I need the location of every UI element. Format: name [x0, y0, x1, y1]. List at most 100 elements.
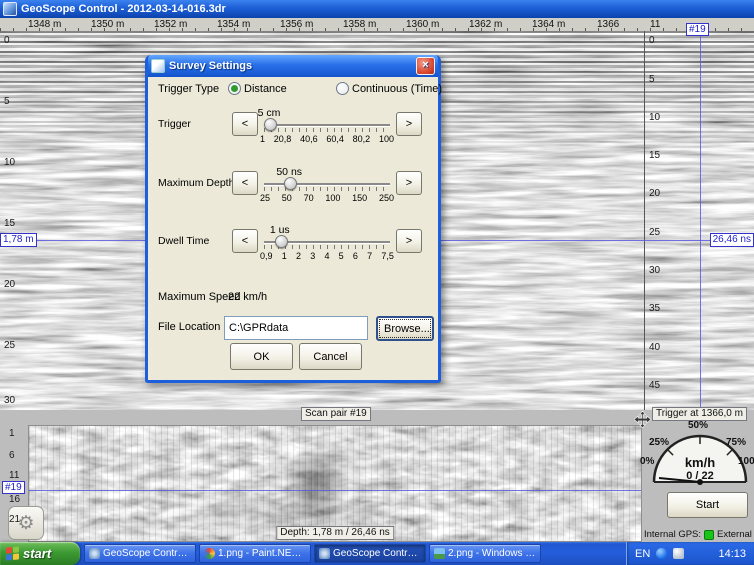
- tick-label: 6: [353, 251, 358, 261]
- depth-scale-label: 10: [4, 157, 15, 168]
- ruler-label: 1358 m: [343, 19, 376, 30]
- depth-scale-label: 30: [4, 395, 15, 406]
- gps-status-indicator: [704, 530, 714, 540]
- depth-status-label: Depth: 1,78 m / 26,46 ns: [276, 526, 394, 540]
- tick-label: 40,6: [300, 134, 318, 144]
- depth-scale-label: 25: [4, 340, 15, 351]
- taskbar-item-geoscope-file[interactable]: GeoScope Control - 2...: [314, 544, 426, 563]
- time-scale-label: 30: [649, 265, 660, 276]
- tick-label: 80,2: [353, 134, 371, 144]
- plan-row-label: 1: [9, 428, 15, 439]
- max-depth-slider-ticks: [264, 187, 390, 191]
- radio-continuous-time[interactable]: [336, 82, 349, 95]
- dwell-time-slider-thumb[interactable]: [275, 235, 288, 248]
- close-icon[interactable]: ×: [416, 57, 435, 75]
- tick-label: 60,4: [326, 134, 344, 144]
- cancel-button[interactable]: Cancel: [299, 343, 362, 370]
- time-scale-label: 20: [649, 188, 660, 199]
- trigger-step-down-button[interactable]: <: [232, 112, 258, 136]
- trigger-slider[interactable]: 5 cm 1 20,8 40,6 60,4 80,2 100: [264, 107, 390, 157]
- tick-label: 25: [260, 193, 270, 203]
- taskbar-clock[interactable]: 14:13: [718, 548, 746, 560]
- tick-label: 1: [260, 134, 265, 144]
- trigger-slider-row: Trigger < 5 cm 1 20,8 40,6 60,4 80,2 100: [148, 107, 438, 165]
- depth-scale-label: 20: [4, 279, 15, 290]
- dwell-time-step-up-button[interactable]: >: [396, 229, 422, 253]
- system-tray: EN 14:13: [626, 542, 754, 565]
- geoscope-app-window: GeoScope Control - 2012-03-14-016.3dr 13…: [0, 0, 754, 565]
- tick-label: 70: [304, 193, 314, 203]
- dialog-title: Survey Settings: [169, 60, 252, 72]
- ruler-label: 1362 m: [469, 19, 502, 30]
- radio-distance-label[interactable]: Distance: [244, 83, 287, 95]
- taskbar: start GeoScope Control - M... 1.png - Pa…: [0, 542, 754, 565]
- scan-pair-label: Scan pair #19: [301, 407, 371, 421]
- dwell-time-label: Dwell Time: [158, 235, 209, 247]
- browse-button[interactable]: Browse...: [376, 316, 434, 341]
- max-speed-value: 22 km/h: [228, 291, 267, 303]
- trigger-label: Trigger: [158, 118, 191, 130]
- max-depth-tick-labels: 25 50 70 100 150 250: [260, 193, 394, 203]
- tick-label: 150: [352, 193, 367, 203]
- time-scale-label: 40: [649, 342, 660, 353]
- dwell-time-slider-row: Dwell Time < 1 us 0,9 1 2 3 4 5 6: [148, 224, 438, 282]
- gauge-label-50: 50%: [688, 420, 708, 431]
- taskbar-item-paintnet[interactable]: 1.png - Paint.NET v3...: [199, 544, 311, 563]
- dialog-titlebar[interactable]: Survey Settings ×: [148, 55, 438, 77]
- ruler-scan-marker: #19: [686, 23, 709, 36]
- tick-label: 100: [325, 193, 340, 203]
- start-menu-button[interactable]: start: [0, 542, 80, 565]
- max-depth-step-down-button[interactable]: <: [232, 171, 258, 195]
- max-depth-step-up-button[interactable]: >: [396, 171, 422, 195]
- tray-network-icon[interactable]: [656, 548, 667, 559]
- depth-scale-label: 0: [4, 35, 10, 46]
- time-scale-label: 35: [649, 303, 660, 314]
- ruler-label: 1364 m: [532, 19, 565, 30]
- tray-status-icon[interactable]: [673, 548, 684, 559]
- tick-label: 2: [296, 251, 301, 261]
- radio-distance[interactable]: [228, 82, 241, 95]
- gauge-label-0: 0%: [640, 456, 654, 467]
- window-titlebar[interactable]: GeoScope Control - 2012-03-14-016.3dr: [0, 0, 754, 18]
- start-survey-button[interactable]: Start: [667, 492, 748, 518]
- file-location-input[interactable]: [224, 316, 368, 340]
- internal-gps-label: Internal GPS:: [644, 529, 701, 540]
- tick-label: 100: [379, 134, 394, 144]
- windows-flag-icon: [6, 546, 19, 560]
- taskbar-item-label: GeoScope Control - 2...: [333, 548, 421, 559]
- time-scale-label: 25: [649, 227, 660, 238]
- trigger-slider-thumb[interactable]: [264, 118, 277, 131]
- trigger-position-label: Trigger at 1366,0 m: [652, 407, 747, 421]
- window-title: GeoScope Control - 2012-03-14-016.3dr: [21, 3, 226, 15]
- gauge-label-100: 100%: [738, 456, 754, 467]
- dwell-time-slider[interactable]: 1 us 0,9 1 2 3 4 5 6 7 7,5: [264, 224, 390, 274]
- max-depth-slider-row: Maximum Depth < 50 ns 25 50 70 100 150 2…: [148, 166, 438, 224]
- max-depth-slider[interactable]: 50 ns 25 50 70 100 150 250: [264, 166, 390, 216]
- splitter-move-handle-icon[interactable]: [634, 411, 651, 428]
- tick-label: 7: [367, 251, 372, 261]
- taskbar-item-geoscope-main[interactable]: GeoScope Control - M...: [84, 544, 196, 563]
- gpr-plan-view-image[interactable]: Depth: 1,78 m / 26,46 ns: [28, 425, 642, 542]
- dwell-time-step-down-button[interactable]: <: [232, 229, 258, 253]
- distance-ruler: 1348 m 1350 m 1352 m 1354 m 1356 m 1358 …: [0, 18, 754, 32]
- language-indicator[interactable]: EN: [635, 548, 650, 560]
- taskbar-item-picture-viewer[interactable]: 2.png - Windows Pict...: [429, 544, 541, 563]
- ruler-label: 1360 m: [406, 19, 439, 30]
- trigger-step-up-button[interactable]: >: [396, 112, 422, 136]
- tick-label: 5: [339, 251, 344, 261]
- ok-button[interactable]: OK: [230, 343, 293, 370]
- gauge-label-25: 25%: [649, 437, 669, 448]
- taskbar-item-label: 1.png - Paint.NET v3...: [218, 548, 306, 559]
- dwell-time-tick-labels: 0,9 1 2 3 4 5 6 7 7,5: [260, 251, 394, 261]
- plan-row-label: 16: [9, 494, 20, 505]
- trigger-tick-labels: 1 20,8 40,6 60,4 80,2 100: [260, 134, 394, 144]
- gps-status-row: Internal GPS: External G: [644, 528, 754, 541]
- time-scale-label: 45: [649, 380, 660, 391]
- radio-continuous-label[interactable]: Continuous (Time): [352, 83, 442, 95]
- tick-label: 50: [282, 193, 292, 203]
- time-scale-label: 5: [649, 74, 655, 85]
- file-location-label: File Location: [158, 321, 220, 333]
- ruler-label: 11: [650, 19, 660, 30]
- ruler-label: 1350 m: [91, 19, 124, 30]
- app-icon[interactable]: [3, 2, 17, 16]
